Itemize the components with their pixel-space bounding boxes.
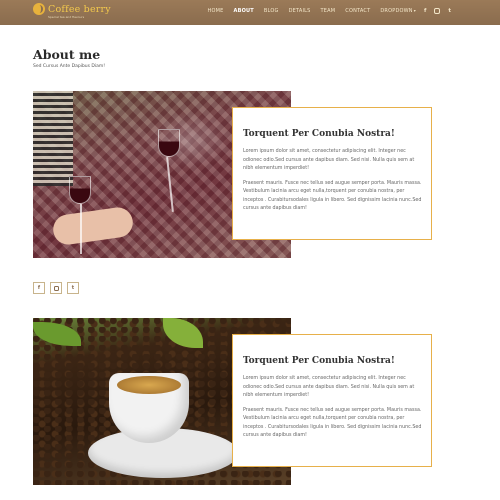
story-paragraph: Lorem ipsum dolor sit amet, consectetur …	[243, 149, 415, 171]
brand-tagline: Special tea and flavours	[48, 15, 85, 19]
chevron-down-icon: ▾	[413, 8, 416, 13]
story-paragraph: Praesent mauris. Fusce nec tellus sed au…	[243, 407, 422, 439]
page-subtitle: Sed Cursus Ante Dapibus Diam!	[33, 64, 106, 69]
nav-home[interactable]: HOME	[208, 8, 224, 14]
nav-about[interactable]: ABOUT	[234, 8, 254, 14]
brand-name: Coffee berry	[48, 3, 111, 15]
nav-team[interactable]: TEAM	[321, 8, 336, 14]
top-navbar: Coffee berry Special tea and flavours HO…	[0, 0, 500, 25]
facebook-icon[interactable]: f	[424, 8, 426, 14]
coffee-surface-shape	[117, 376, 181, 394]
nav-blog[interactable]: BLOG	[264, 8, 279, 14]
page-title: About me	[33, 47, 101, 62]
nav-dropdown[interactable]: DROPDOWN▾	[380, 8, 416, 14]
twitter-icon[interactable]: t	[448, 8, 451, 14]
nav-contact[interactable]: CONTACT	[345, 8, 370, 14]
leaf-shape	[163, 318, 203, 348]
plaid-shirt-shape	[33, 91, 73, 186]
main-nav: HOME ABOUT BLOG DETAILS TEAM CONTACT DRO…	[198, 8, 451, 14]
glass-stem-shape	[166, 157, 174, 212]
facebook-glyph: f	[37, 285, 41, 291]
glass-stem-shape	[80, 204, 82, 254]
nav-details[interactable]: DETAILS	[289, 8, 311, 14]
story-card: Torquent Per Conubia Nostra! Lorem ipsum…	[232, 107, 432, 240]
facebook-icon[interactable]: f	[33, 282, 45, 294]
brand-logo[interactable]: Coffee berry	[33, 3, 111, 15]
story-paragraph: Praesent mauris. Fusce nec tellus sed au…	[243, 180, 422, 212]
story-paragraph: Lorem ipsum dolor sit amet, consectetur …	[243, 376, 415, 398]
instagram-icon[interactable]	[434, 8, 441, 14]
twitter-glyph: t	[71, 285, 75, 291]
wine-glass-shape	[69, 176, 91, 204]
instagram-glyph	[53, 285, 59, 291]
leaf-shape	[33, 322, 81, 346]
social-links: f t	[33, 282, 84, 294]
coffee-bean-icon	[33, 3, 45, 15]
twitter-icon[interactable]: t	[67, 282, 79, 294]
wine-glass-shape	[158, 129, 180, 157]
story-title: Torquent Per Conubia Nostra!	[243, 356, 395, 366]
nav-dropdown-label: DROPDOWN	[380, 8, 413, 14]
hand-shape	[51, 205, 135, 247]
story-card: Torquent Per Conubia Nostra! Lorem ipsum…	[232, 334, 432, 467]
story-title: Torquent Per Conubia Nostra!	[243, 129, 395, 139]
instagram-icon[interactable]	[50, 282, 62, 294]
